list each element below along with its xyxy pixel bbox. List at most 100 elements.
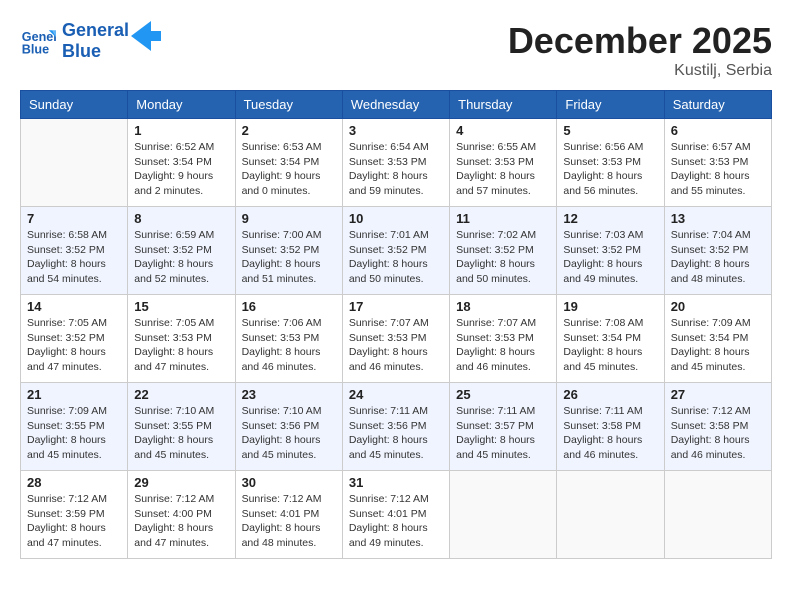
- day-number: 12: [563, 211, 657, 226]
- location: Kustilj, Serbia: [508, 62, 772, 80]
- day-info: Sunrise: 7:05 AMSunset: 3:52 PMDaylight:…: [27, 316, 121, 375]
- day-number: 1: [134, 123, 228, 138]
- day-number: 27: [671, 387, 765, 402]
- calendar-cell: 23 Sunrise: 7:10 AMSunset: 3:56 PMDayligh…: [235, 383, 342, 471]
- calendar-cell: [450, 471, 557, 559]
- day-number: 22: [134, 387, 228, 402]
- day-info: Sunrise: 7:05 AMSunset: 3:53 PMDaylight:…: [134, 316, 228, 375]
- calendar-cell: 8 Sunrise: 6:59 AMSunset: 3:52 PMDaylight…: [128, 207, 235, 295]
- calendar-cell: 26 Sunrise: 7:11 AMSunset: 3:58 PMDayligh…: [557, 383, 664, 471]
- day-number: 15: [134, 299, 228, 314]
- day-info: Sunrise: 6:57 AMSunset: 3:53 PMDaylight:…: [671, 140, 765, 199]
- title-block: December 2025 Kustilj, Serbia: [508, 20, 772, 80]
- day-number: 20: [671, 299, 765, 314]
- calendar-cell: [21, 119, 128, 207]
- calendar-cell: 12Sunrise: 7:03 AMSunset: 3:52 PMDayligh…: [557, 207, 664, 295]
- calendar-row-1: 1Sunrise: 6:52 AMSunset: 3:54 PMDaylight…: [21, 119, 772, 207]
- day-number: 5: [563, 123, 657, 138]
- day-info: Sunrise: 7:11 AMSunset: 3:58 PMDaylight:…: [563, 404, 657, 463]
- day-number: 19: [563, 299, 657, 314]
- day-info: Sunrise: 7:06 AMSunset: 3:53 PMDaylight:…: [242, 316, 336, 375]
- calendar-cell: 21 Sunrise: 7:09 AMSunset: 3:55 PMDayligh…: [21, 383, 128, 471]
- day-number: 9: [242, 211, 336, 226]
- day-number: 26: [563, 387, 657, 402]
- day-info: Sunrise: 7:07 AMSunset: 3:53 PMDaylight:…: [456, 316, 550, 375]
- day-info: Sunrise: 7:09 AMSunset: 3:54 PMDaylight:…: [671, 316, 765, 375]
- day-number: 18: [456, 299, 550, 314]
- day-info: Sunrise: 6:55 AMSunset: 3:53 PMDaylight:…: [456, 140, 550, 199]
- calendar-cell: 14 Sunrise: 7:05 AMSunset: 3:52 PMDayligh…: [21, 295, 128, 383]
- weekday-thursday: Thursday: [450, 91, 557, 119]
- calendar-cell: 6 Sunrise: 6:57 AMSunset: 3:53 PMDaylight…: [664, 119, 771, 207]
- day-number: 31: [349, 475, 443, 490]
- day-number: 25: [456, 387, 550, 402]
- day-number: 4: [456, 123, 550, 138]
- day-number: 11: [456, 211, 550, 226]
- day-number: 28: [27, 475, 121, 490]
- day-number: 2: [242, 123, 336, 138]
- day-info: Sunrise: 6:54 AMSunset: 3:53 PMDaylight:…: [349, 140, 443, 199]
- calendar-cell: 16 Sunrise: 7:06 AMSunset: 3:53 PMDayligh…: [235, 295, 342, 383]
- calendar-cell: 31 Sunrise: 7:12 AMSunset: 4:01 PMDayligh…: [342, 471, 449, 559]
- weekday-wednesday: Wednesday: [342, 91, 449, 119]
- weekday-tuesday: Tuesday: [235, 91, 342, 119]
- day-info: Sunrise: 6:53 AMSunset: 3:54 PMDaylight:…: [242, 140, 336, 199]
- day-number: 13: [671, 211, 765, 226]
- day-info: Sunrise: 7:09 AMSunset: 3:55 PMDaylight:…: [27, 404, 121, 463]
- day-info: Sunrise: 7:12 AMSunset: 4:01 PMDaylight:…: [349, 492, 443, 551]
- calendar-row-3: 14 Sunrise: 7:05 AMSunset: 3:52 PMDayligh…: [21, 295, 772, 383]
- calendar-cell: 19 Sunrise: 7:08 AMSunset: 3:54 PMDayligh…: [557, 295, 664, 383]
- day-number: 6: [671, 123, 765, 138]
- day-info: Sunrise: 6:59 AMSunset: 3:52 PMDaylight:…: [134, 228, 228, 287]
- logo-line1: General: [62, 20, 129, 41]
- calendar-row-4: 21 Sunrise: 7:09 AMSunset: 3:55 PMDayligh…: [21, 383, 772, 471]
- calendar-cell: 18 Sunrise: 7:07 AMSunset: 3:53 PMDayligh…: [450, 295, 557, 383]
- calendar-cell: 28Sunrise: 7:12 AMSunset: 3:59 PMDayligh…: [21, 471, 128, 559]
- calendar-cell: 13Sunrise: 7:04 AMSunset: 3:52 PMDayligh…: [664, 207, 771, 295]
- day-info: Sunrise: 7:12 AMSunset: 4:01 PMDaylight:…: [242, 492, 336, 551]
- calendar-cell: 24Sunrise: 7:11 AMSunset: 3:56 PMDayligh…: [342, 383, 449, 471]
- logo-arrow-icon: [131, 21, 161, 51]
- calendar-cell: 30Sunrise: 7:12 AMSunset: 4:01 PMDayligh…: [235, 471, 342, 559]
- day-number: 10: [349, 211, 443, 226]
- logo-line2: Blue: [62, 41, 129, 62]
- calendar-cell: 2 Sunrise: 6:53 AMSunset: 3:54 PMDaylight…: [235, 119, 342, 207]
- calendar-cell: 4 Sunrise: 6:55 AMSunset: 3:53 PMDaylight…: [450, 119, 557, 207]
- day-number: 14: [27, 299, 121, 314]
- logo: General Blue General Blue: [20, 20, 161, 62]
- calendar-cell: 9Sunrise: 7:00 AMSunset: 3:52 PMDaylight…: [235, 207, 342, 295]
- calendar-cell: 27 Sunrise: 7:12 AMSunset: 3:58 PMDayligh…: [664, 383, 771, 471]
- day-number: 29: [134, 475, 228, 490]
- calendar-cell: [664, 471, 771, 559]
- logo-icon: General Blue: [20, 23, 56, 59]
- calendar-cell: 25 Sunrise: 7:11 AMSunset: 3:57 PMDayligh…: [450, 383, 557, 471]
- day-info: Sunrise: 7:08 AMSunset: 3:54 PMDaylight:…: [563, 316, 657, 375]
- day-number: 23: [242, 387, 336, 402]
- weekday-header-row: SundayMondayTuesdayWednesdayThursdayFrid…: [21, 91, 772, 119]
- weekday-friday: Friday: [557, 91, 664, 119]
- calendar-cell: 15 Sunrise: 7:05 AMSunset: 3:53 PMDayligh…: [128, 295, 235, 383]
- weekday-sunday: Sunday: [21, 91, 128, 119]
- calendar-cell: 5 Sunrise: 6:56 AMSunset: 3:53 PMDaylight…: [557, 119, 664, 207]
- day-info: Sunrise: 7:11 AMSunset: 3:57 PMDaylight:…: [456, 404, 550, 463]
- calendar-cell: 3Sunrise: 6:54 AMSunset: 3:53 PMDaylight…: [342, 119, 449, 207]
- month-title: December 2025: [508, 20, 772, 62]
- calendar-row-5: 28Sunrise: 7:12 AMSunset: 3:59 PMDayligh…: [21, 471, 772, 559]
- calendar-cell: 17Sunrise: 7:07 AMSunset: 3:53 PMDayligh…: [342, 295, 449, 383]
- calendar-cell: 1Sunrise: 6:52 AMSunset: 3:54 PMDaylight…: [128, 119, 235, 207]
- day-number: 21: [27, 387, 121, 402]
- day-info: Sunrise: 7:12 AMSunset: 4:00 PMDaylight:…: [134, 492, 228, 551]
- day-info: Sunrise: 7:07 AMSunset: 3:53 PMDaylight:…: [349, 316, 443, 375]
- svg-text:Blue: Blue: [22, 43, 49, 57]
- day-number: 7: [27, 211, 121, 226]
- day-info: Sunrise: 7:12 AMSunset: 3:58 PMDaylight:…: [671, 404, 765, 463]
- day-info: Sunrise: 7:01 AMSunset: 3:52 PMDaylight:…: [349, 228, 443, 287]
- calendar-body: 1Sunrise: 6:52 AMSunset: 3:54 PMDaylight…: [21, 119, 772, 559]
- calendar-cell: [557, 471, 664, 559]
- calendar-cell: 20 Sunrise: 7:09 AMSunset: 3:54 PMDayligh…: [664, 295, 771, 383]
- day-info: Sunrise: 7:10 AMSunset: 3:56 PMDaylight:…: [242, 404, 336, 463]
- day-number: 16: [242, 299, 336, 314]
- page-header: General Blue General Blue December 2025 …: [20, 20, 772, 80]
- day-info: Sunrise: 6:56 AMSunset: 3:53 PMDaylight:…: [563, 140, 657, 199]
- day-number: 8: [134, 211, 228, 226]
